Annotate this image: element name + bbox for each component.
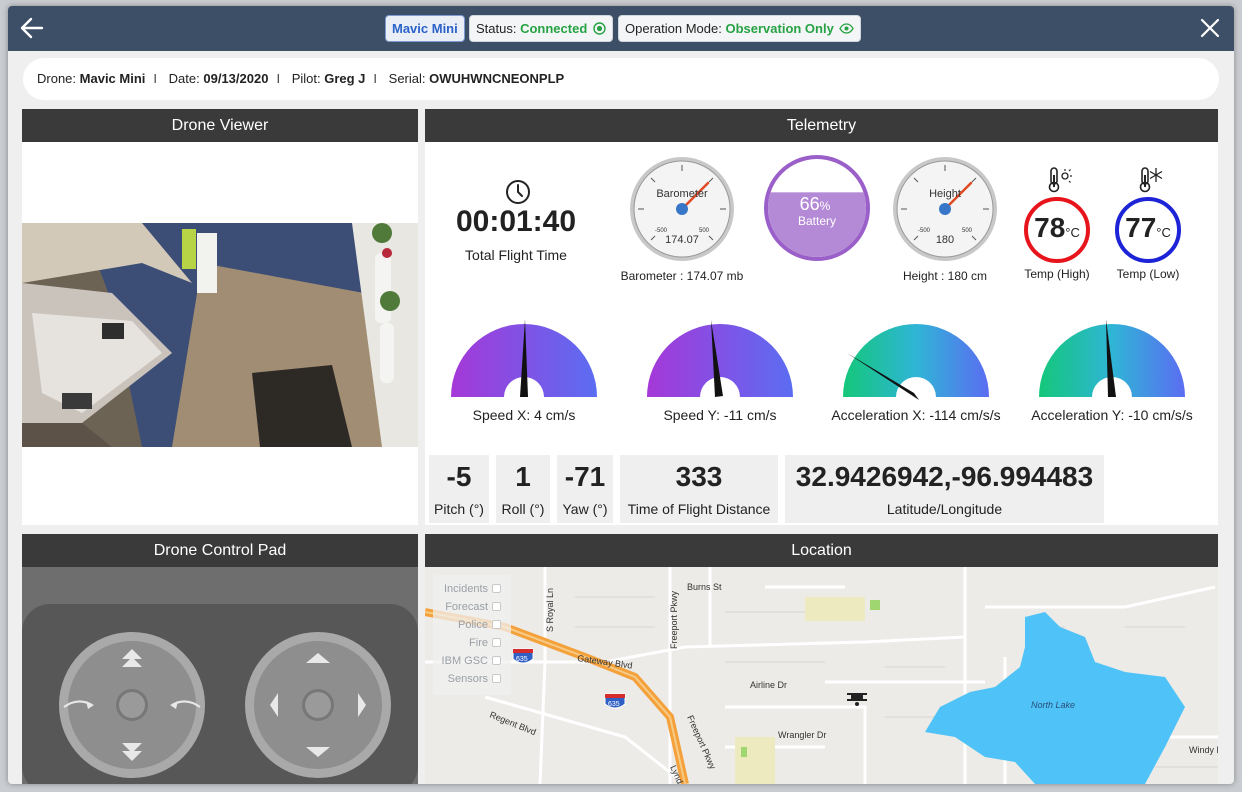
map-label-wrangler-dr: Wrangler Dr [778,730,826,740]
drone-detail-modal: Mavic Mini Status: Connected Operation M… [8,6,1234,784]
drone-name-badge[interactable]: Mavic Mini [385,15,465,42]
barometer-max: 500 [699,228,710,234]
barometer-dial-value: 174.07 [665,234,699,246]
mode-label: Operation Mode: [625,21,722,36]
acceleration-x-label: Acceleration X: -114 cm/s/s [831,407,1001,423]
mode-value: Observation Only [725,21,834,36]
pilot-label: Pilot: [291,71,321,86]
drone-control-pad-panel: Drone Control Pad [22,534,418,784]
telemetry-panel: Telemetry 00:01:40 Total Flight Time Bar… [425,109,1218,525]
map-label-airline-dr: Airline Dr [750,680,787,690]
height-dial-value: 180 [936,234,954,246]
speed-x-gauge [451,319,597,397]
drone-viewer-panel: Drone Viewer [22,109,418,525]
drone-camera-feed [22,223,418,447]
map-label-freeport-2: Freeport Pkwy [685,714,718,772]
back-arrow-icon[interactable] [18,14,46,42]
layer-fire-checkbox[interactable]: Fire [433,637,501,649]
date-label: Date: [168,71,200,86]
battery-label: Battery [798,214,836,228]
acceleration-x-gauge [843,324,989,400]
height-caption: Height : 180 cm [902,269,988,283]
layer-police-checkbox[interactable]: Police [433,619,501,631]
barometer-dial: Barometer -500 500 174.07 [630,157,734,261]
pitch-value: -5 [446,461,472,492]
temp-low-value: 77°C [1125,212,1171,243]
height-min: -500 [918,228,931,234]
battery-gauge: 66% Battery [764,155,870,261]
flight-distance-stat: 333 Time of Flight Distance [620,455,778,523]
temp-high-label: Temp (High) [1024,267,1090,281]
map-label-royal-ln: S Royal Ln [545,588,555,632]
acceleration-y-label: Acceleration Y: -10 cm/s/s [1031,407,1193,423]
drone-viewer-title: Drone Viewer [22,109,418,142]
speed-y-gauge [647,320,793,397]
temp-low-label: Temp (Low) [1116,267,1180,281]
map-label-north-lake: North Lake [1031,700,1075,710]
barometer-dial-label: Barometer [656,188,708,200]
yaw-label: Yaw (°) [562,501,608,517]
thermometer-snow-icon [1139,167,1163,193]
height-max: 500 [962,228,973,234]
map-label-shield-1: 635 [516,656,528,663]
location-panel: Location Burns St S Royal Ln Freeport Pk… [425,534,1218,784]
temp-high-value: 78°C [1034,212,1080,243]
flight-time-value: 00:01:40 [455,205,577,238]
yaw-stat: -71 Yaw (°) [557,455,613,523]
speed-x-label: Speed X: 4 cm/s [472,407,576,423]
telemetry-title: Telemetry [425,109,1218,142]
operation-mode-badge: Operation Mode: Observation Only [618,15,862,42]
status-value: Connected [520,21,588,36]
serial-label: Serial: [388,71,426,86]
speed-y-label: Speed Y: -11 cm/s [663,407,777,423]
barometer-caption: Barometer : 174.07 mb [620,269,744,283]
pitch-label: Pitch (°) [434,501,484,517]
drone-info-bar: Drone: Mavic Mini I Date: 09/13/2020 I Pil… [23,58,1219,100]
location-title: Location [425,534,1218,567]
roll-stat: 1 Roll (°) [496,455,550,523]
thermometer-sun-icon [1048,167,1072,193]
left-joystick[interactable] [58,631,206,779]
serial-value: OWUHWNCNEONPLP [429,71,565,86]
status-badge: Status: Connected [469,15,613,42]
drone-name-badge-text: Mavic Mini [392,21,458,36]
map-label-burns-st: Burns St [687,582,722,592]
roll-value: 1 [515,461,531,492]
top-bar: Mavic Mini Status: Connected Operation M… [8,6,1234,51]
height-dial: Height -500 500 180 [893,157,997,261]
date-value: 09/13/2020 [203,71,269,86]
location-map[interactable]: Burns St S Royal Ln Freeport Pkwy Gatewa… [425,567,1218,784]
drone-value: Mavic Mini [79,71,146,86]
status-label: Status: [476,21,517,36]
layer-incidents-checkbox[interactable]: Incidents [433,583,501,595]
yaw-value: -71 [564,461,606,492]
drone-location-marker[interactable] [847,693,867,706]
eye-icon [839,23,855,34]
drone-label: Drone: [37,71,77,86]
map-label-shield-2: 635 [608,701,620,708]
connected-dot-icon [593,22,606,35]
map-label-freeport-1: Freeport Pkwy [669,590,679,649]
roll-label: Roll (°) [501,501,545,517]
layer-forecast-checkbox[interactable]: Forecast [433,601,501,613]
lat-lng-stat: 32.9426942,-96.994483 Latitude/Longitude [785,455,1104,523]
lat-lng-value: 32.9426942,-96.994483 [795,461,1094,492]
clock-icon [506,180,530,204]
flight-distance-value: 333 [675,461,723,492]
layer-sensors-checkbox[interactable]: Sensors [433,673,501,685]
pitch-stat: -5 Pitch (°) [429,455,489,523]
lat-lng-label: Latitude/Longitude [886,501,1003,517]
right-joystick[interactable] [244,631,392,779]
map-layer-filter: Incidents Forecast Police Fire IBM GSC S… [433,575,511,695]
height-dial-label: Height [929,188,961,200]
flight-time-label: Total Flight Time [465,247,567,263]
acceleration-y-gauge [1039,319,1185,397]
close-icon[interactable] [1198,16,1222,40]
map-label-regent-blvd: Regent Blvd [488,710,537,738]
flight-distance-label: Time of Flight Distance [627,501,771,517]
layer-ibm-gsc-checkbox[interactable]: IBM GSC [433,655,501,667]
map-label-windy: Windy H [1189,745,1218,755]
control-pad-title: Drone Control Pad [22,534,418,567]
pilot-value: Greg J [324,71,366,86]
